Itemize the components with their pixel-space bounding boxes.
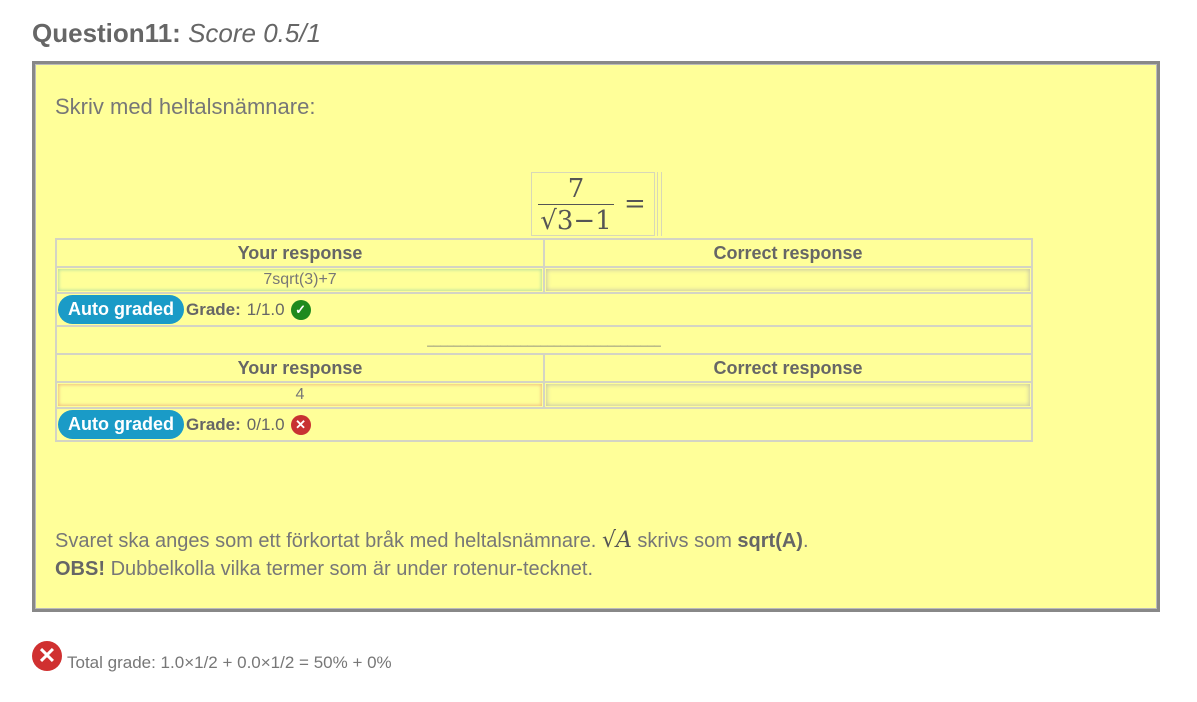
correct-response-value	[546, 384, 1030, 406]
total-grade-text: Total grade: 1.0×1/2 + 0.0×1/2 = 50% + 0…	[67, 653, 392, 672]
hint-line1-end: .	[802, 530, 809, 552]
correct-response-header: Correct response	[543, 353, 1033, 383]
part-separator: ___________________________________	[55, 325, 1033, 355]
question-box: Skriv med heltalsnämnare: 7 √3−1 = Your …	[32, 61, 1160, 612]
hint-line2: Dubbelkolla vilka termer som är under ro…	[110, 558, 593, 580]
grade-value: 0/1.0	[246, 414, 285, 434]
question-prompt: Skriv med heltalsnämnare:	[55, 94, 316, 119]
formula: 7 √3−1 =	[531, 171, 662, 237]
grade-value: 1/1.0	[246, 299, 285, 319]
cross-icon: ✕	[32, 641, 62, 671]
response-table-1: Your response Correct response 7sqrt(3)+…	[55, 238, 1033, 355]
hint-code: sqrt(A)	[737, 530, 803, 552]
hint-line1-pre: Svaret ska anges som ett förkortat bråk …	[55, 530, 597, 552]
formula-equals: =	[624, 189, 646, 219]
your-response-header: Your response	[55, 238, 545, 268]
formula-numerator: 7	[567, 174, 585, 204]
check-icon: ✓	[290, 299, 311, 320]
auto-graded-badge: Auto graded	[58, 410, 184, 439]
response-table-2: Your response Correct response 4 Auto gr…	[55, 353, 1033, 442]
sqrt-symbol: √A	[601, 528, 632, 553]
hint-text: Svaret ska anges som ett förkortat bråk …	[55, 527, 809, 583]
formula-box: 7 √3−1 =	[531, 172, 655, 236]
grade-label: Grade:	[186, 414, 241, 434]
your-response-value: 4	[58, 384, 542, 406]
total-grade: ✕ Total grade: 1.0×1/2 + 0.0×1/2 = 50% +…	[32, 641, 392, 672]
question-score: Score 0.5/1	[188, 18, 322, 48]
hint-line1-mid: skrivs som	[637, 530, 732, 552]
cross-icon: ✕	[290, 414, 311, 435]
hint-obs: OBS!	[55, 558, 105, 580]
formula-denominator: √3−1	[540, 206, 612, 236]
your-response-header: Your response	[55, 353, 545, 383]
formula-input-bar	[657, 172, 662, 236]
question-label: Question11:	[32, 18, 181, 48]
your-response-value: 7sqrt(3)+7	[58, 269, 542, 291]
grade-label: Grade:	[186, 299, 241, 319]
correct-response-header: Correct response	[543, 238, 1033, 268]
auto-graded-badge: Auto graded	[58, 295, 184, 324]
question-heading: Question11: Score 0.5/1	[32, 18, 321, 49]
correct-response-value	[546, 269, 1030, 291]
